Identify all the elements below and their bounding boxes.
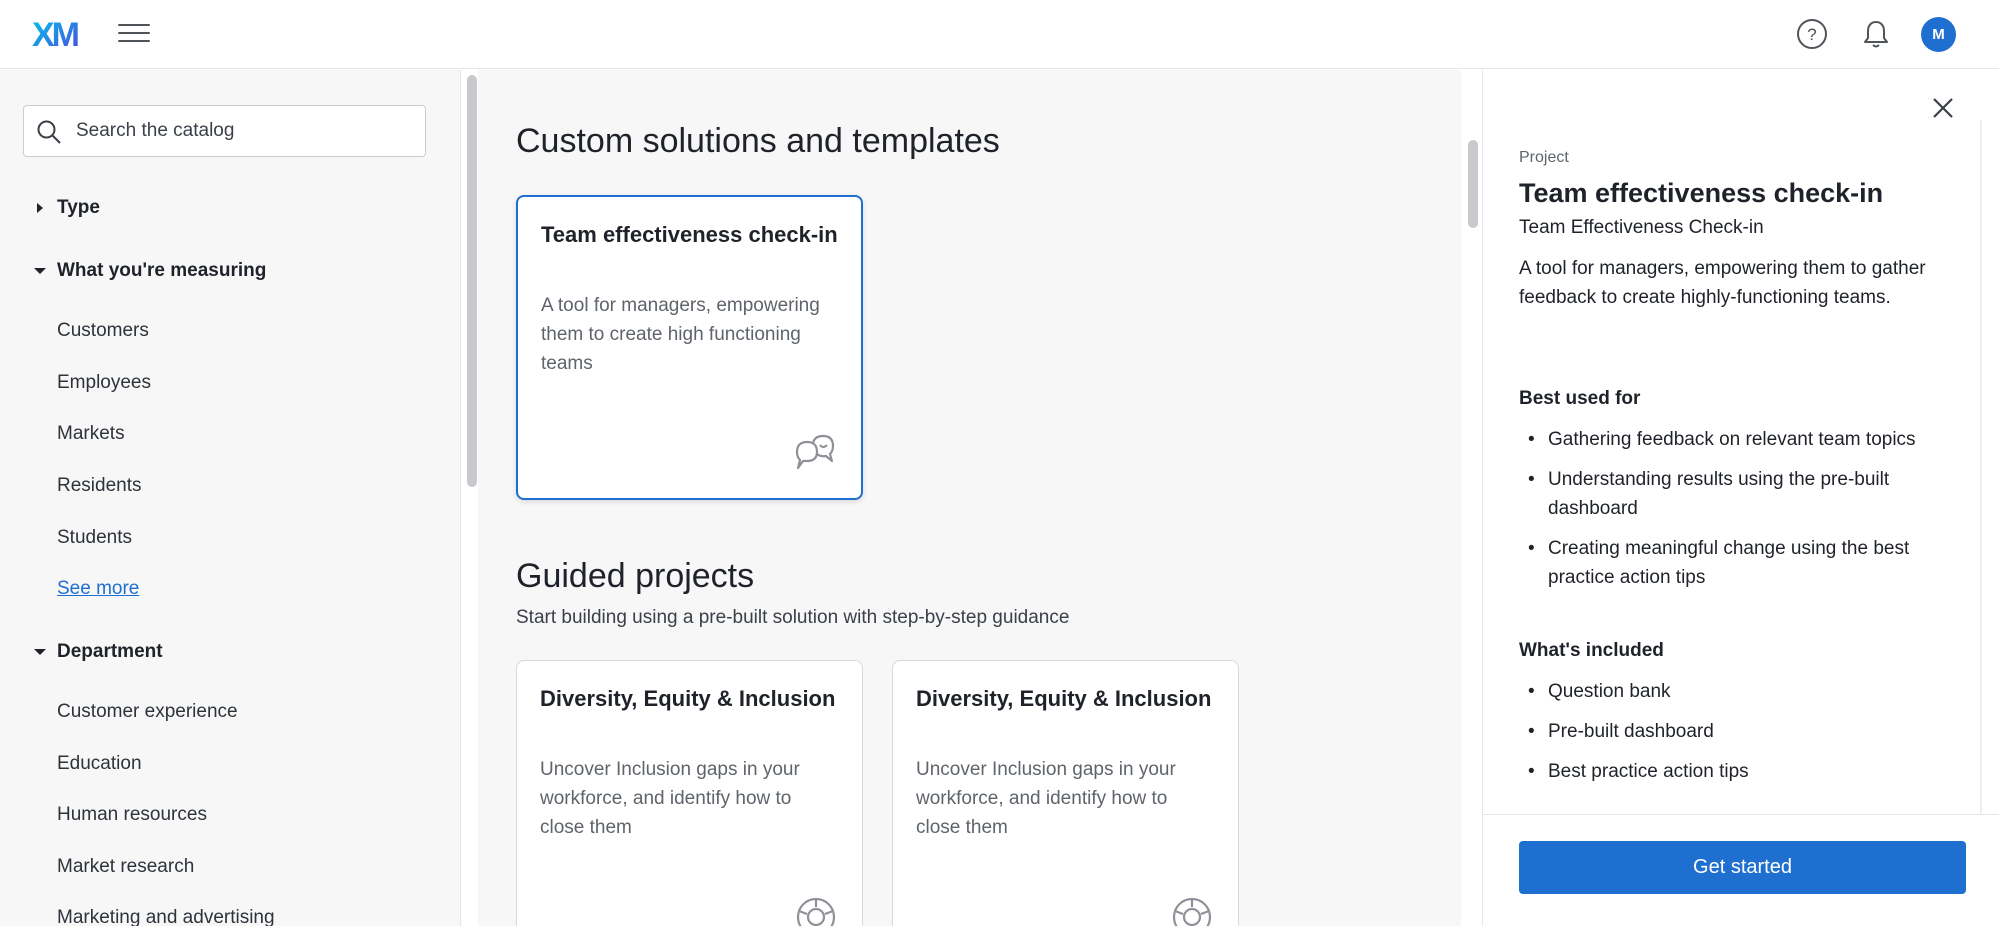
whats-included-list: Question bank Pre-built dashboard Best p… (1519, 677, 1959, 797)
filter-option-market-research[interactable]: Market research (57, 856, 194, 878)
facet-label: Department (57, 641, 163, 662)
list-item: Pre-built dashboard (1519, 717, 1959, 746)
list-item: Creating meaningful change using the bes… (1519, 534, 1959, 592)
guided-projects-subtitle: Start building using a pre-built solutio… (516, 607, 1070, 628)
card-description: Uncover Inclusion gaps in your workforce… (540, 759, 800, 838)
facet-label: Type (57, 197, 100, 218)
filter-option-customer-experience[interactable]: Customer experience (57, 701, 238, 723)
project-subtitle: Team Effectiveness Check-in (1519, 217, 1764, 238)
list-item: Best practice action tips (1519, 757, 1959, 786)
menu-line (118, 40, 150, 42)
project-details-panel: Project Team effectiveness check-in Team… (1482, 70, 1999, 926)
filter-option-markets[interactable]: Markets (57, 423, 125, 445)
card-title: Team effectiveness check-in (541, 222, 838, 247)
search-icon (37, 120, 61, 144)
caret-down-icon (34, 268, 46, 274)
sidebar-scrollbar[interactable] (467, 75, 477, 487)
project-kind-label: Project (1519, 149, 1569, 166)
filter-option-residents[interactable]: Residents (57, 475, 142, 497)
notification-bell-icon[interactable] (1860, 18, 1892, 50)
filter-option-students[interactable]: Students (57, 527, 132, 549)
custom-solutions-heading: Custom solutions and templates (516, 122, 1000, 160)
user-avatar[interactable]: M (1921, 17, 1956, 52)
guided-projects-heading: Guided projects (516, 557, 755, 595)
filter-option-marketing-and-advertising[interactable]: Marketing and advertising (57, 907, 275, 926)
panel-footer: Get started (1483, 814, 1999, 926)
help-icon[interactable]: ? (1796, 18, 1828, 50)
whats-included-heading: What's included (1519, 640, 1664, 661)
guided-card-dei-1[interactable]: Diversity, Equity & Inclusion Uncover In… (516, 660, 863, 926)
main-scrollbar[interactable] (1468, 140, 1478, 228)
catalog-search-box[interactable] (23, 105, 426, 157)
catalog-filter-sidebar: Type What you're measuring Customers Emp… (0, 70, 461, 926)
hamburger-menu-button[interactable] (118, 20, 150, 48)
best-used-for-heading: Best used for (1519, 388, 1641, 409)
facet-department[interactable]: Department (32, 641, 163, 663)
segmented-circle-icon (1172, 897, 1212, 926)
get-started-button[interactable]: Get started (1519, 841, 1966, 894)
svg-text:?: ? (1807, 25, 1816, 44)
list-item: Question bank (1519, 677, 1959, 706)
menu-line (118, 32, 150, 34)
project-description: A tool for managers, empowering them to … (1519, 258, 1926, 308)
project-title: Team effectiveness check-in (1519, 178, 1884, 208)
guided-card-dei-2[interactable]: Diversity, Equity & Inclusion Uncover In… (892, 660, 1239, 926)
filter-option-education[interactable]: Education (57, 753, 142, 775)
card-description: Uncover Inclusion gaps in your workforce… (916, 759, 1176, 838)
see-more-link[interactable]: See more (57, 578, 139, 600)
card-description: A tool for managers, empowering them to … (541, 295, 820, 374)
facet-what-youre-measuring[interactable]: What you're measuring (32, 260, 266, 282)
best-used-for-list: Gathering feedback on relevant team topi… (1519, 425, 1959, 603)
caret-down-icon (34, 649, 46, 655)
close-icon[interactable] (1929, 94, 1957, 122)
facet-label: What you're measuring (57, 260, 267, 281)
solution-card-team-effectiveness[interactable]: Team effectiveness check-in A tool for m… (516, 195, 863, 500)
segmented-circle-icon (796, 897, 836, 926)
caret-right-icon (37, 203, 43, 213)
list-item: Gathering feedback on relevant team topi… (1519, 425, 1959, 454)
card-title: Diversity, Equity & Inclusion (916, 686, 1212, 711)
svg-text:XM: XM (32, 17, 79, 51)
panel-scrollbar[interactable] (1980, 120, 1982, 814)
card-title: Diversity, Equity & Inclusion (540, 686, 836, 711)
top-bar: XM ? M (0, 0, 1999, 69)
filter-option-customers[interactable]: Customers (57, 320, 149, 342)
facet-type[interactable]: Type (32, 197, 100, 219)
catalog-main-content: Custom solutions and templates Team effe… (478, 70, 1461, 926)
catalog-search-input[interactable] (76, 118, 416, 144)
menu-line (118, 24, 150, 26)
filter-option-employees[interactable]: Employees (57, 372, 151, 394)
chat-bubbles-icon (795, 434, 835, 470)
list-item: Understanding results using the pre-buil… (1519, 465, 1959, 523)
filter-option-human-resources[interactable]: Human resources (57, 804, 207, 826)
xm-logo[interactable]: XM (32, 17, 88, 51)
